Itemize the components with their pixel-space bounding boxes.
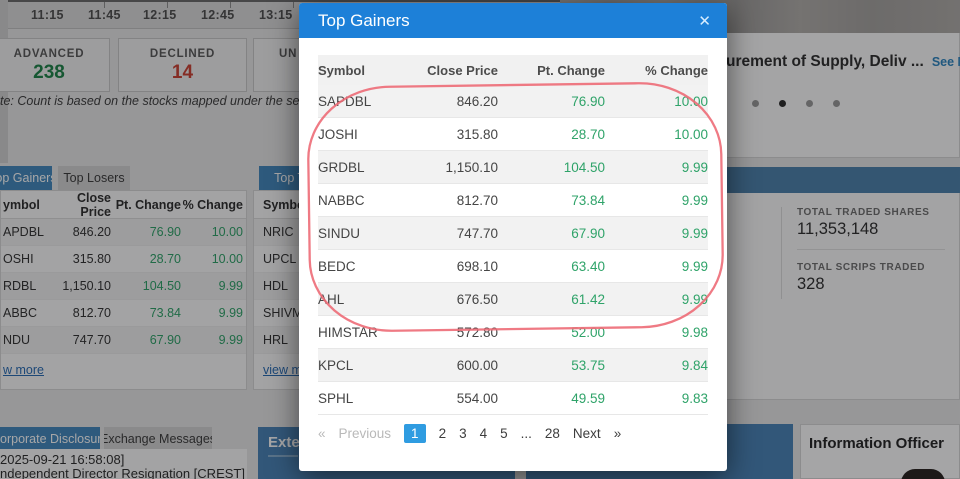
col-close-price: Close Price bbox=[427, 62, 498, 78]
cell-close: 315.80 bbox=[456, 126, 498, 142]
cell-pt: 104.50 bbox=[563, 159, 605, 175]
cell-symbol: GRDBL bbox=[318, 159, 365, 175]
page-1-active[interactable]: 1 bbox=[404, 424, 426, 443]
cell-pt: 61.42 bbox=[571, 291, 605, 307]
cell-pct: 9.83 bbox=[681, 390, 708, 406]
pagination: « Previous 1 2 3 4 5 ... 28 Next » bbox=[318, 424, 621, 443]
table-row: JOSHI 315.80 28.70 10.00 bbox=[318, 118, 708, 151]
table-row: SAPDBL 846.20 76.90 10.00 bbox=[318, 85, 708, 118]
cell-pct: 10.00 bbox=[674, 93, 708, 109]
cell-pt: 52.00 bbox=[571, 324, 605, 340]
page-5[interactable]: 5 bbox=[500, 426, 508, 441]
cell-pt: 73.84 bbox=[571, 192, 605, 208]
cell-pt: 63.40 bbox=[571, 258, 605, 274]
cell-symbol: SPHL bbox=[318, 390, 354, 406]
cell-close: 572.80 bbox=[456, 324, 498, 340]
cell-pct: 9.98 bbox=[681, 324, 708, 340]
cell-pct: 9.84 bbox=[681, 357, 708, 373]
cell-close: 1,150.10 bbox=[445, 159, 498, 175]
cell-close: 600.00 bbox=[456, 357, 498, 373]
cell-pct: 9.99 bbox=[681, 159, 708, 175]
cell-symbol: NABBC bbox=[318, 192, 365, 208]
col-symbol: Symbol bbox=[318, 62, 365, 78]
close-icon[interactable]: ✕ bbox=[698, 12, 711, 30]
table-row: GRDBL 1,150.10 104.50 9.99 bbox=[318, 151, 708, 184]
cell-close: 554.00 bbox=[456, 390, 498, 406]
col-pt-change: Pt. Change bbox=[537, 62, 605, 78]
cell-symbol: AHL bbox=[318, 291, 345, 307]
page-ellipsis: ... bbox=[520, 426, 532, 441]
page-4[interactable]: 4 bbox=[480, 426, 488, 441]
page-2[interactable]: 2 bbox=[439, 426, 447, 441]
table-row: BEDC 698.10 63.40 9.99 bbox=[318, 250, 708, 283]
cell-pct: 10.00 bbox=[674, 126, 708, 142]
top-gainers-table: Symbol Close Price Pt. Change % Change S… bbox=[318, 55, 708, 415]
page-3[interactable]: 3 bbox=[459, 426, 467, 441]
cell-pct: 9.99 bbox=[681, 291, 708, 307]
col-pct-change: % Change bbox=[645, 62, 708, 78]
cell-pt: 28.70 bbox=[571, 126, 605, 142]
cell-close: 846.20 bbox=[456, 93, 498, 109]
cell-pct: 9.99 bbox=[681, 258, 708, 274]
table-row: NABBC 812.70 73.84 9.99 bbox=[318, 184, 708, 217]
cell-pt: 76.90 bbox=[571, 93, 605, 109]
table-row: SINDU 747.70 67.90 9.99 bbox=[318, 217, 708, 250]
stock-dashboard-page: 11:15 11:45 12:15 12:45 13:15 ADVANCED 2… bbox=[0, 0, 960, 479]
cell-pt: 67.90 bbox=[571, 225, 605, 241]
prev-button[interactable]: Previous bbox=[339, 426, 392, 441]
modal-title: Top Gainers bbox=[318, 10, 410, 30]
prev-arrow[interactable]: « bbox=[318, 426, 326, 441]
modal-header: Top Gainers ✕ bbox=[299, 3, 727, 38]
next-arrow[interactable]: » bbox=[614, 426, 622, 441]
next-button[interactable]: Next bbox=[573, 426, 601, 441]
page-28[interactable]: 28 bbox=[545, 426, 560, 441]
cell-symbol: KPCL bbox=[318, 357, 354, 373]
cell-close: 812.70 bbox=[456, 192, 498, 208]
table-row: AHL 676.50 61.42 9.99 bbox=[318, 283, 708, 316]
cell-pt: 53.75 bbox=[571, 357, 605, 373]
top-gainers-modal: Top Gainers ✕ Symbol Close Price Pt. Cha… bbox=[299, 3, 727, 471]
table-row: HIMSTAR 572.80 52.00 9.98 bbox=[318, 316, 708, 349]
cell-symbol: BEDC bbox=[318, 258, 356, 274]
cell-symbol: HIMSTAR bbox=[318, 324, 378, 340]
cell-close: 747.70 bbox=[456, 225, 498, 241]
cell-close: 676.50 bbox=[456, 291, 498, 307]
table-row: KPCL 600.00 53.75 9.84 bbox=[318, 349, 708, 382]
cell-pt: 49.59 bbox=[571, 390, 605, 406]
table-header-row: Symbol Close Price Pt. Change % Change bbox=[318, 55, 708, 85]
cell-pct: 9.99 bbox=[681, 192, 708, 208]
cell-symbol: SAPDBL bbox=[318, 93, 372, 109]
cell-symbol: JOSHI bbox=[318, 126, 358, 142]
cell-symbol: SINDU bbox=[318, 225, 361, 241]
cell-pct: 9.99 bbox=[681, 225, 708, 241]
cell-close: 698.10 bbox=[456, 258, 498, 274]
table-row: SPHL 554.00 49.59 9.83 bbox=[318, 382, 708, 415]
